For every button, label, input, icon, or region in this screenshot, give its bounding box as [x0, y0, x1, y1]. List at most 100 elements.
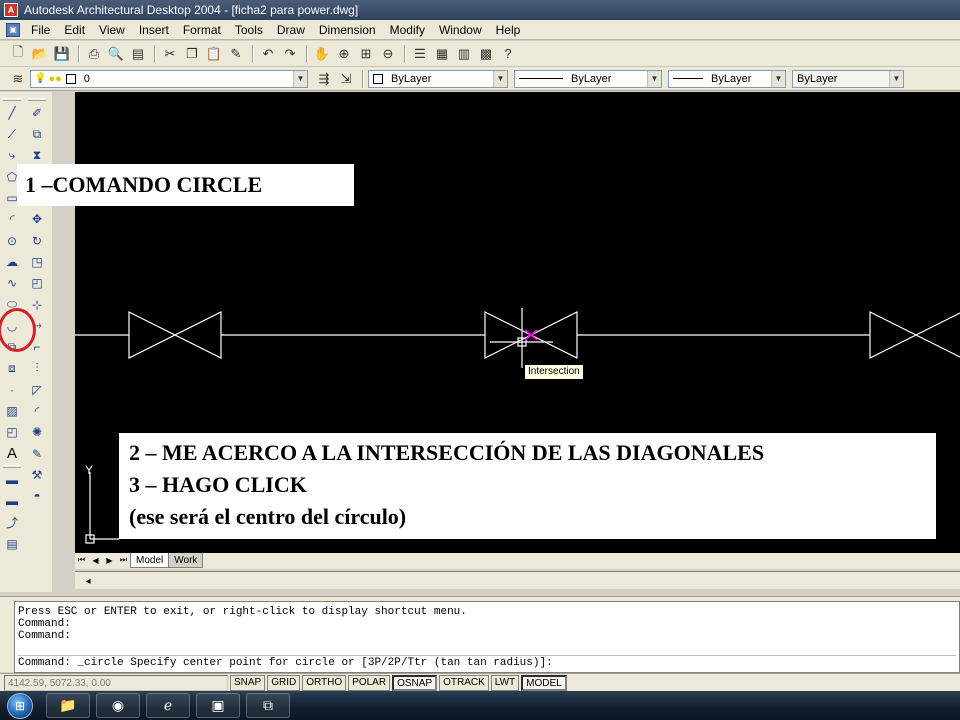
publish-icon[interactable]: ▤ [128, 44, 148, 64]
layer-control[interactable]: 💡 ● ● 0 ▼ [30, 69, 308, 88]
document-icon[interactable]: ▣ [6, 22, 20, 37]
rotate-icon[interactable]: ↻ [27, 231, 47, 251]
scroll-left-icon[interactable]: ◂ [81, 574, 95, 588]
extend-icon[interactable]: ⤑ [27, 316, 47, 336]
ortho-toggle[interactable]: ORTHO [302, 674, 347, 691]
menu-help[interactable]: Help [489, 20, 528, 40]
lineweight-control[interactable]: ByLayer ▼ [668, 69, 786, 88]
chevron-down-icon[interactable]: ▼ [493, 70, 507, 87]
region-icon[interactable]: ◰ [2, 422, 22, 442]
arc-icon[interactable]: ◜ [2, 209, 22, 229]
mirror-icon[interactable]: ⧗ [27, 146, 47, 166]
preview-icon[interactable]: 🔍 [106, 44, 126, 64]
first-tab-icon[interactable]: ⏮ [75, 553, 88, 567]
prev-tab-icon[interactable]: ◀ [89, 553, 102, 567]
line-icon[interactable]: ╱ [2, 103, 22, 123]
properties-edit-icon[interactable]: ✎ [27, 444, 47, 464]
zoom-realtime-icon[interactable]: ⊕ [334, 44, 354, 64]
cut-icon[interactable]: ✂ [160, 44, 180, 64]
next-tab-icon[interactable]: ▶ [103, 553, 116, 567]
new-icon[interactable]: 🗋 [8, 44, 28, 64]
plotstyle-control[interactable]: ByLayer ▼ [792, 69, 904, 88]
dim-icon[interactable]: ▬ [2, 470, 22, 490]
mtext-icon[interactable]: A [2, 444, 22, 464]
insert-block-icon[interactable]: ⧉ [2, 337, 22, 357]
help-icon[interactable]: ? [498, 44, 518, 64]
point-icon[interactable]: · [2, 380, 22, 400]
trim-icon[interactable]: ⊹ [27, 295, 47, 315]
menu-format[interactable]: Format [176, 20, 228, 40]
menu-insert[interactable]: Insert [132, 20, 176, 40]
chamfer-icon[interactable]: ◸ [27, 380, 47, 400]
calculator-icon[interactable]: ▩ [476, 44, 496, 64]
circle-icon[interactable]: ⊙ [2, 231, 22, 251]
stretch-icon[interactable]: ◰ [27, 273, 47, 293]
start-button[interactable]: ⊞ [0, 691, 40, 720]
make-current-icon[interactable]: ⇶ [314, 69, 334, 89]
menu-view[interactable]: View [92, 20, 132, 40]
menu-window[interactable]: Window [432, 20, 489, 40]
move-icon[interactable]: ✥ [27, 209, 47, 229]
layer-state-icon[interactable]: ⇲ [336, 69, 356, 89]
zoom-window-icon[interactable]: ⊞ [356, 44, 376, 64]
leader-icon[interactable]: ⤴ [2, 513, 22, 533]
horizontal-scrollbar[interactable]: ◂ [75, 571, 960, 589]
properties-icon[interactable]: ☰ [410, 44, 430, 64]
pan-icon[interactable]: ✋ [312, 44, 332, 64]
osnap-toggle[interactable]: OSNAP [392, 674, 438, 691]
menu-draw[interactable]: Draw [270, 20, 312, 40]
powerpoint-icon[interactable]: ⧉ [246, 693, 290, 718]
erase-icon[interactable]: ✐ [27, 103, 47, 123]
explode-icon[interactable]: ✺ [27, 422, 47, 442]
open-icon[interactable]: 📂 [30, 44, 50, 64]
tolerance-icon[interactable]: ▤ [2, 534, 22, 554]
polar-toggle[interactable]: POLAR [348, 674, 391, 691]
linetype-control[interactable]: ByLayer ▼ [514, 69, 662, 88]
make-block-icon[interactable]: ⧈ [2, 359, 22, 379]
copy-object-icon[interactable]: ⧉ [27, 124, 47, 144]
toolbar-grip[interactable] [28, 98, 46, 101]
chevron-down-icon[interactable]: ▼ [889, 70, 903, 87]
lwt-toggle[interactable]: LWT [490, 674, 520, 691]
chevron-down-icon[interactable]: ▼ [771, 70, 785, 87]
xline-icon[interactable]: ⟋ [2, 124, 22, 144]
snap-toggle[interactable]: SNAP [230, 674, 266, 691]
copy-icon[interactable]: ❐ [182, 44, 202, 64]
print-icon[interactable]: ⎙ [84, 44, 104, 64]
matchprop-icon[interactable]: ✎ [226, 44, 246, 64]
command-history[interactable]: Press ESC or ENTER to exit, or right-cli… [14, 601, 960, 673]
color-control[interactable]: ByLayer ▼ [368, 69, 508, 88]
break-icon[interactable]: ⌐ [27, 337, 47, 357]
tab-model[interactable]: Model [130, 553, 170, 568]
menu-modify[interactable]: Modify [383, 20, 432, 40]
revcloud-icon[interactable]: ☁ [2, 252, 22, 272]
ie-icon[interactable]: ℯ [146, 693, 190, 718]
chevron-down-icon[interactable]: ▼ [293, 70, 307, 87]
polyline-icon[interactable]: ⤷ [2, 146, 22, 166]
command-prompt[interactable]: Command: _circle Specify center point fo… [18, 657, 956, 669]
menu-dimension[interactable]: Dimension [312, 20, 383, 40]
hatch-icon[interactable]: ▨ [2, 401, 22, 421]
otrack-toggle[interactable]: OTRACK [439, 674, 489, 691]
toolbar-grip[interactable] [3, 98, 21, 101]
zoom-previous-icon[interactable]: ⊖ [378, 44, 398, 64]
last-tab-icon[interactable]: ⏭ [117, 553, 130, 567]
media-icon[interactable]: ◉ [96, 693, 140, 718]
menu-edit[interactable]: Edit [57, 20, 92, 40]
explorer-icon[interactable]: 📁 [46, 693, 90, 718]
toolbar-grip[interactable] [3, 465, 21, 469]
grid-toggle[interactable]: GRID [267, 674, 301, 691]
designcenter-icon[interactable]: ▦ [432, 44, 452, 64]
save-icon[interactable]: 💾 [52, 44, 72, 64]
ellipse-arc-icon[interactable]: ◡ [2, 316, 22, 336]
layer-manager-icon[interactable]: ≋ [8, 69, 28, 89]
scale-icon[interactable]: ◳ [27, 252, 47, 272]
paste-icon[interactable]: 📋 [204, 44, 224, 64]
join-icon[interactable]: ⫶ [27, 359, 47, 379]
redo-icon[interactable]: ↷ [280, 44, 300, 64]
tab-work[interactable]: Work [168, 553, 204, 568]
spline-icon[interactable]: ∿ [2, 273, 22, 293]
fillet-icon[interactable]: ◜ [27, 401, 47, 421]
chevron-down-icon[interactable]: ▼ [647, 70, 661, 87]
dim-aligned-icon[interactable]: ▬ [2, 491, 22, 511]
